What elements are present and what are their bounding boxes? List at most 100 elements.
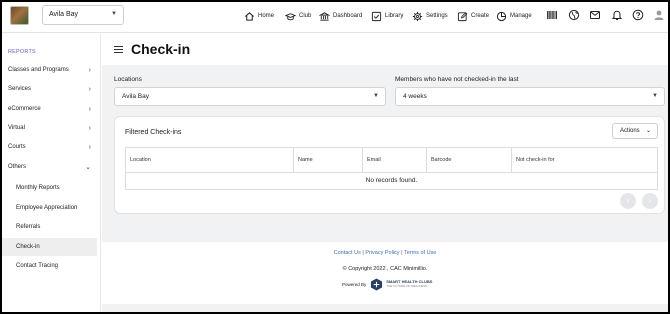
column-header-email[interactable]: Email [363, 148, 427, 172]
sidebar-item-courts[interactable]: Courts › [2, 138, 101, 157]
sidebar-subitem-label: Check-in [16, 244, 40, 250]
nav-home-label: Home [258, 13, 275, 19]
nav-settings[interactable]: Settings [412, 8, 448, 24]
chevron-down-icon: ▼ [373, 93, 379, 99]
graduation-cap-icon [285, 12, 296, 20]
bank-icon [319, 11, 330, 21]
sidebar-item-label: Services [8, 86, 32, 92]
sidebar-subitem-label: Employee Appreciation [16, 205, 78, 211]
nav-dashboard[interactable]: Dashboard [319, 8, 362, 24]
column-header-barcode[interactable]: Barcode [427, 148, 512, 172]
sidebar-subitem-label: Referrals [16, 224, 41, 230]
club-selector[interactable]: Avila Bay ▼ [42, 5, 124, 25]
mail-icon[interactable] [589, 8, 601, 20]
empty-message: No records found. [365, 177, 418, 184]
chevron-right-icon: › [88, 67, 91, 74]
chevron-right-icon: › [88, 144, 91, 151]
nav-manage-label: Manage [510, 13, 532, 19]
table-header: Location Name Email Barcode Not check-in… [126, 148, 657, 173]
sidebar-subitem-check-in[interactable]: Check-in [2, 238, 97, 256]
nav-create-label: Create [471, 13, 490, 19]
sidebar-item-others[interactable]: Others ⌄ [2, 158, 101, 177]
pie-chart-icon [496, 11, 507, 21]
chevron-down-icon: ⌄ [85, 164, 91, 171]
smart-health-clubs-brand: SMART HEALTH CLUBS THE FUTURE OF WELLNES… [386, 279, 432, 289]
footer: Contact Us | Privacy Policy | Terms of U… [102, 242, 668, 304]
locations-select[interactable]: Avila Bay ▼ [114, 87, 386, 106]
club-selector-value: Avila Bay [49, 11, 79, 18]
nav-home[interactable]: Home [244, 8, 274, 24]
brand-tagline: THE FUTURE OF WELLNESS [386, 284, 428, 288]
column-header-not-checkin-for[interactable]: Not check-in for [512, 148, 657, 172]
powered-by-label: Powered By [342, 281, 367, 287]
actions-button[interactable]: Actions ⌄ [612, 123, 658, 139]
terms-of-use-link[interactable]: Terms of Use [404, 250, 436, 256]
top-bar: Avila Bay ▼ Home Club Dashboard Library … [2, 2, 668, 33]
chevron-down-icon: ▼ [111, 11, 117, 17]
nav-library-label: Library [385, 13, 404, 19]
sidebar-subitem-contact-tracing[interactable]: Contact Tracing [2, 257, 97, 275]
nav-manage[interactable]: Manage [496, 8, 532, 24]
chevron-down-icon: ▼ [652, 93, 658, 99]
filtered-checkins-card: Filtered Check-ins Actions ⌄ Location Na… [114, 116, 665, 214]
locations-select-value: Avila Bay [122, 93, 149, 100]
nav-settings-label: Settings [426, 13, 448, 19]
copyright-text: © Copyright 2022 , CAC Minimillio. [342, 266, 428, 272]
sidebar-subitem-employee-appreciation[interactable]: Employee Appreciation [2, 199, 97, 217]
globe-icon[interactable] [568, 8, 580, 21]
sidebar-item-label: Virtual [8, 125, 25, 131]
sidebar-subitem-referrals[interactable]: Referrals [2, 218, 97, 236]
sidebar-item-services[interactable]: Services › [2, 80, 101, 99]
contact-us-link[interactable]: Contact Us [334, 250, 361, 256]
nav-club[interactable]: Club [285, 8, 311, 24]
sidebar-item-ecommerce[interactable]: eCommerce › [2, 100, 101, 119]
period-select[interactable]: 4 weeks ▼ [395, 87, 665, 106]
gear-icon [412, 11, 423, 21]
home-icon [245, 11, 254, 21]
nav-club-label: Club [299, 13, 312, 19]
privacy-policy-link[interactable]: Privacy Policy [365, 250, 399, 256]
locations-label: Locations [114, 76, 142, 83]
sidebar-heading: REPORTS [8, 49, 36, 55]
main-content: Check-in Locations Avila Bay ▼ Members w… [102, 34, 668, 312]
sidebar-item-classes-and-programs[interactable]: Classes and Programs › [2, 61, 101, 80]
column-header-location[interactable]: Location [126, 148, 294, 172]
footer-separator: | [401, 250, 403, 256]
help-icon[interactable] [632, 8, 644, 21]
smart-health-clubs-logo-icon [371, 277, 383, 291]
title-bar: Check-in [102, 34, 668, 65]
club-logo[interactable] [10, 6, 29, 25]
chevron-right-icon: › [88, 86, 91, 93]
card-title: Filtered Check-ins [125, 129, 182, 136]
check-square-icon [371, 11, 382, 21]
sidebar-item-label: Classes and Programs [8, 67, 69, 73]
powered-by: Powered By SMART HEALTH CLUBS THE FUTURE… [342, 277, 432, 291]
nav-dashboard-label: Dashboard [333, 13, 363, 19]
footer-links: Contact Us | Privacy Policy | Terms of U… [102, 250, 668, 256]
column-header-name[interactable]: Name [294, 148, 363, 172]
nav-library[interactable]: Library [371, 8, 403, 24]
prev-page-button[interactable]: ‹ [620, 193, 636, 209]
nav-create[interactable]: Create [457, 8, 489, 24]
checkins-table: Location Name Email Barcode Not check-in… [125, 147, 658, 190]
period-select-value: 4 weeks [403, 93, 427, 100]
bell-icon[interactable] [611, 8, 623, 20]
sidebar: REPORTS Classes and Programs › Services … [2, 34, 101, 312]
actions-button-label: Actions [620, 128, 640, 134]
sidebar-subitem-label: Contact Tracing [16, 263, 59, 269]
edit-square-icon [457, 11, 468, 21]
next-page-button[interactable]: › [642, 193, 658, 209]
user-avatar-icon[interactable] [653, 8, 665, 20]
sidebar-subitem-monthly-reports[interactable]: Monthly Reports [2, 179, 97, 197]
sidebar-item-label: Others [8, 164, 27, 170]
period-label: Members who have not checked-in the last [395, 76, 519, 83]
app-window: Avila Bay ▼ Home Club Dashboard Library … [2, 2, 668, 312]
chevron-down-icon: ⌄ [645, 128, 651, 134]
sidebar-item-label: eCommerce [8, 106, 41, 112]
sidebar-item-label: Courts [8, 144, 26, 150]
barcode-icon[interactable] [546, 8, 558, 20]
sidebar-item-virtual[interactable]: Virtual › [2, 119, 101, 138]
page-title: Check-in [131, 41, 191, 57]
hamburger-menu-icon[interactable] [114, 46, 123, 53]
chevron-right-icon: › [88, 125, 91, 132]
